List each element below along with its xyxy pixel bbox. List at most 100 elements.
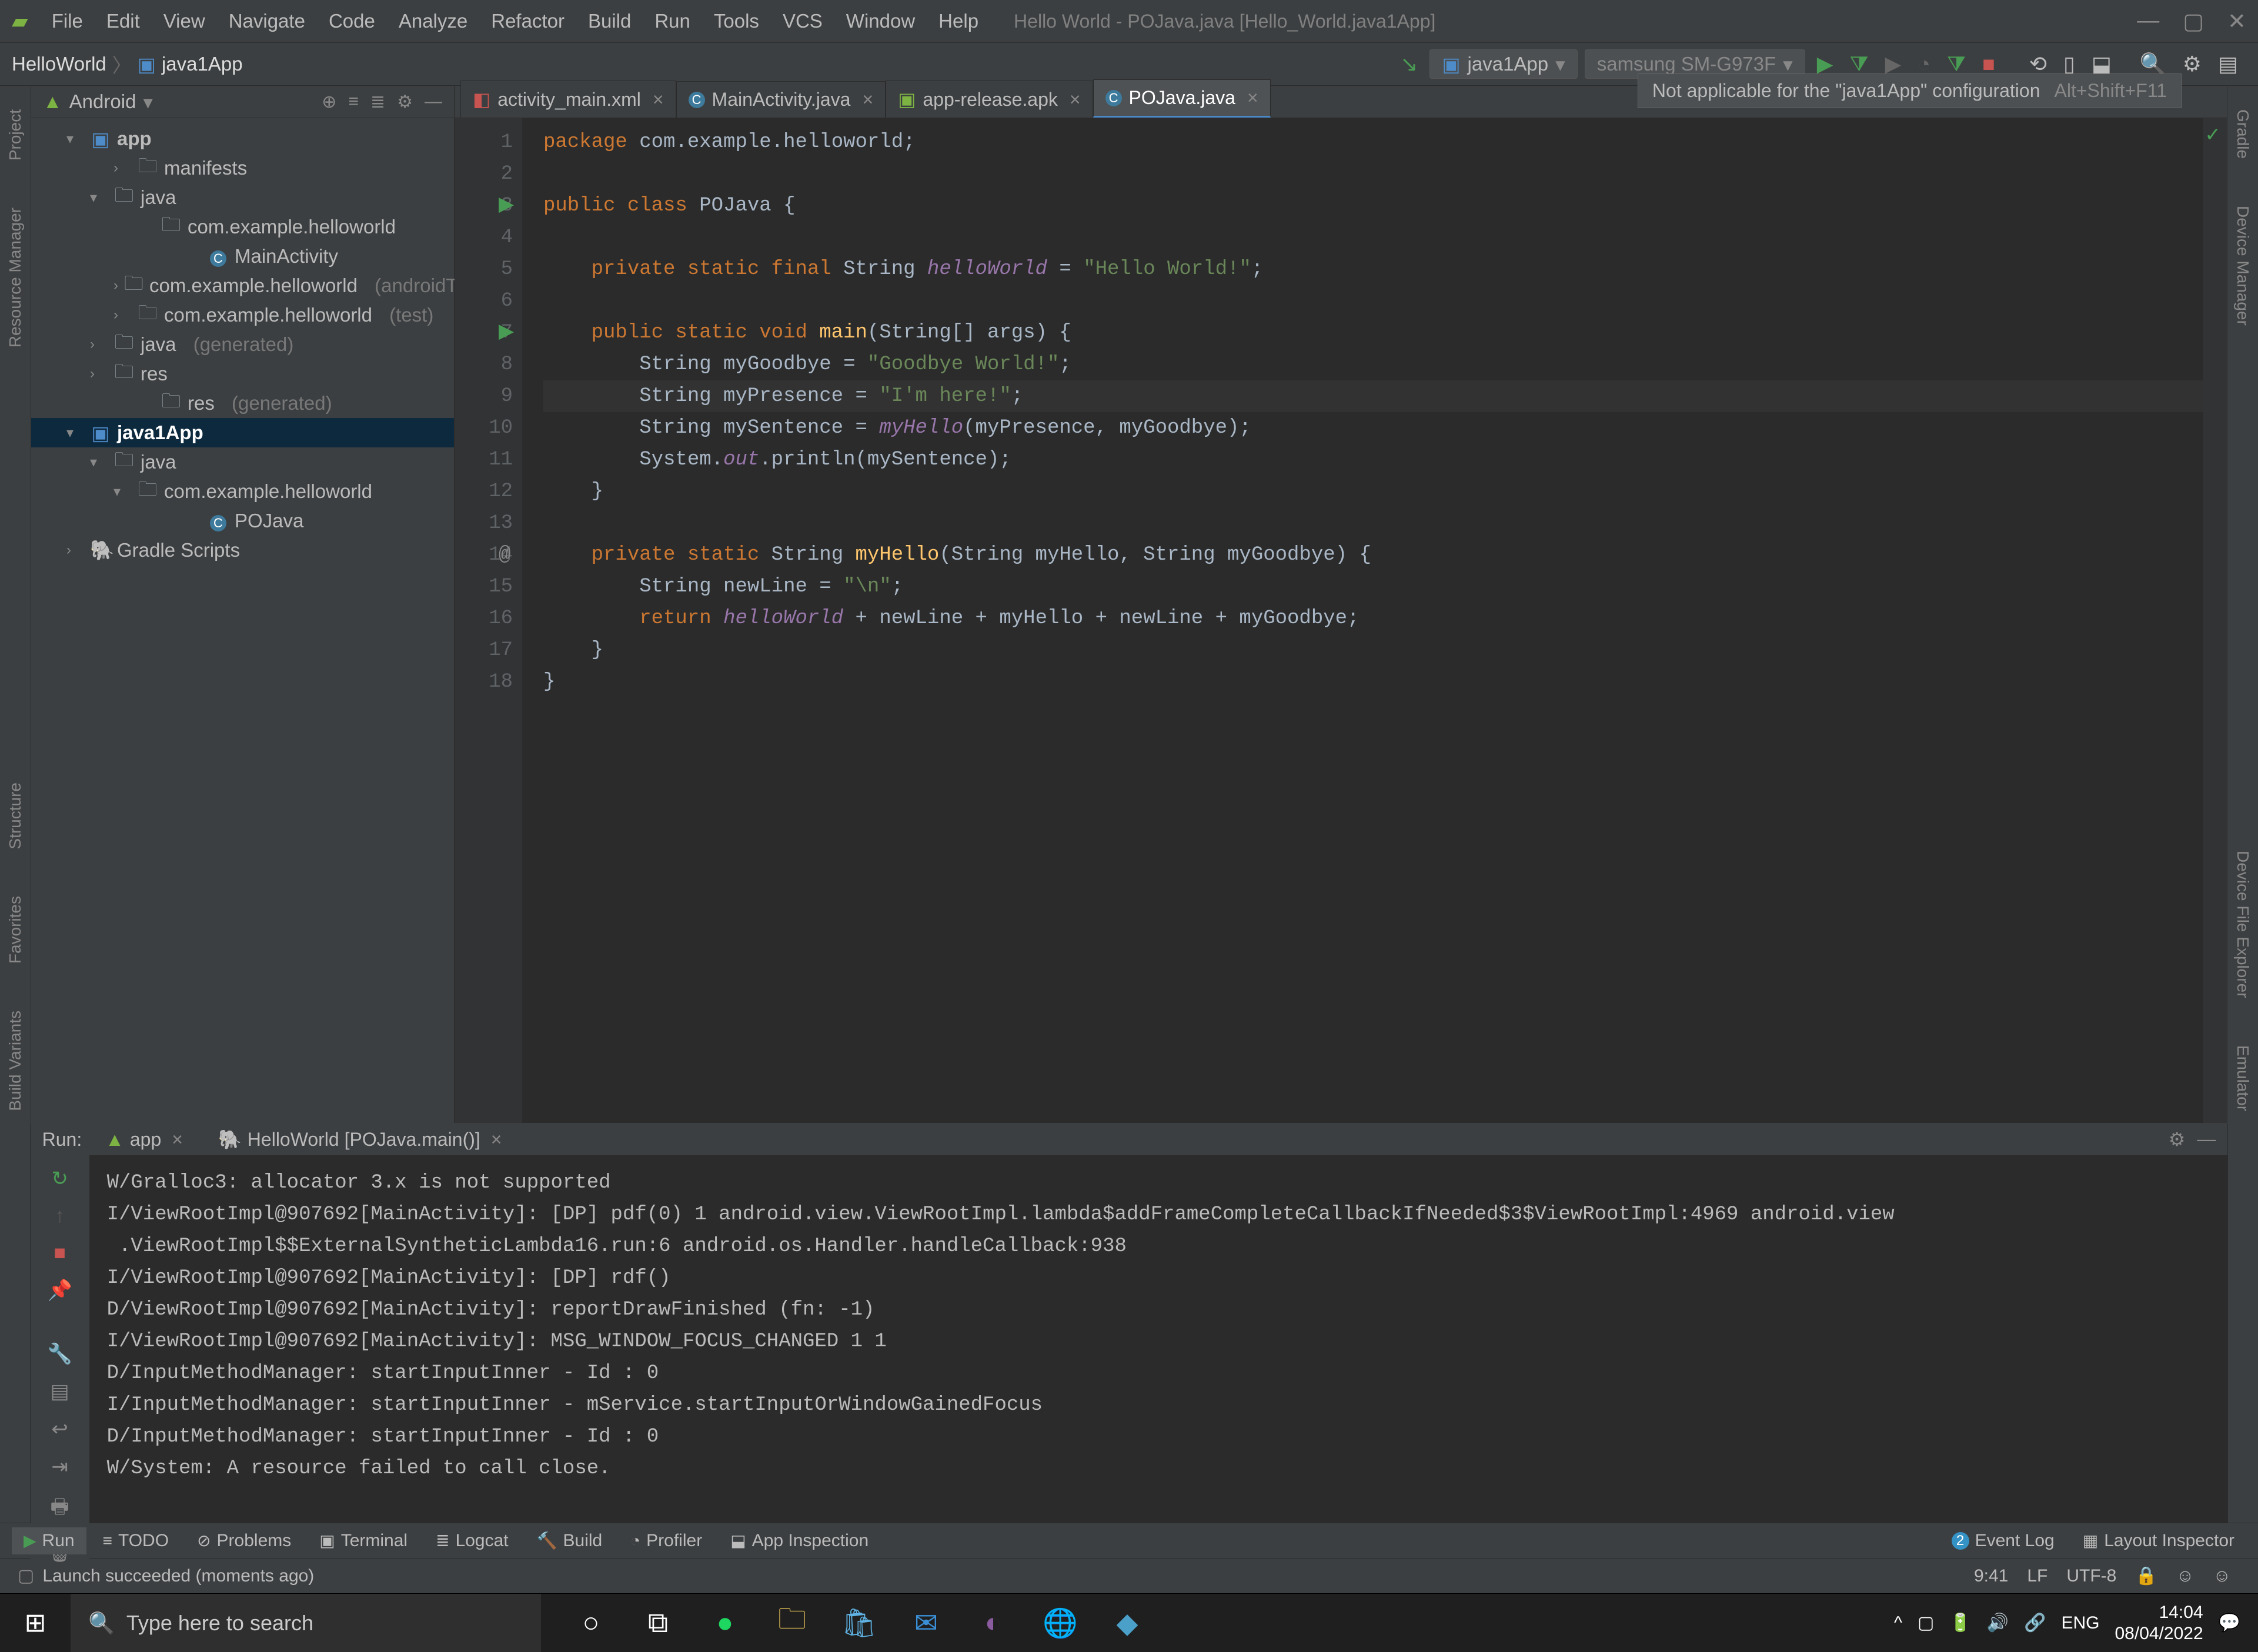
menu-refactor[interactable]: Refactor: [479, 10, 576, 32]
tree-pojava[interactable]: CPOJava: [31, 506, 454, 536]
editor-gutter[interactable]: 12 ▶3 456 ▶7 8910111213 @14 15161718: [455, 118, 522, 1123]
windows-start-button[interactable]: ⊞: [0, 1594, 71, 1652]
stop-icon[interactable]: ■: [54, 1242, 66, 1265]
tree-pkg2[interactable]: ›🗀com.example.helloworld (androidTest): [31, 271, 454, 300]
soft-wrap-icon[interactable]: ↩: [51, 1417, 68, 1441]
tray-rect-icon[interactable]: ▢: [1918, 1613, 1934, 1633]
tray-chevron-icon[interactable]: ^: [1894, 1613, 1902, 1633]
avd-manager-icon[interactable]: ▯: [2055, 52, 2083, 76]
editor-minimap[interactable]: ✓: [2203, 118, 2227, 1123]
breadcrumb[interactable]: HelloWorld 〉 ▣ java1App: [12, 50, 243, 78]
notifications-icon[interactable]: 💬: [2219, 1613, 2240, 1633]
readonly-icon[interactable]: 🔒: [2126, 1566, 2166, 1586]
account-icon[interactable]: ▤: [2210, 52, 2246, 76]
close-icon[interactable]: ×: [1070, 89, 1081, 111]
tree-pkg3[interactable]: ›🗀com.example.helloworld (test): [31, 300, 454, 330]
clock[interactable]: 14:04 08/04/2022: [2115, 1602, 2203, 1644]
maximize-icon[interactable]: ▢: [2183, 8, 2204, 35]
tab-mainactivity[interactable]: C MainActivity.java ×: [676, 81, 886, 118]
run-output[interactable]: W/Gralloc3: allocator 3.x is not support…: [89, 1155, 2228, 1564]
tree-mainactivity[interactable]: CMainActivity: [31, 242, 454, 271]
tree-java[interactable]: ▾🗀java: [31, 183, 454, 212]
menu-help[interactable]: Help: [927, 10, 990, 32]
run-config-dropdown[interactable]: ▣ java1App ▾: [1429, 49, 1577, 79]
tree-gradle[interactable]: ›🐘Gradle Scripts: [31, 536, 454, 565]
menu-navigate[interactable]: Navigate: [217, 10, 317, 32]
menu-file[interactable]: File: [40, 10, 95, 32]
bottom-tab-app-inspection[interactable]: ⬓ App Inspection: [719, 1527, 880, 1554]
project-view-label[interactable]: Android: [69, 91, 136, 113]
task-view-icon[interactable]: ⧉: [632, 1597, 684, 1650]
tool-device-file-explorer[interactable]: Device File Explorer: [2233, 839, 2252, 1010]
tree-pkg4[interactable]: ▾🗀com.example.helloworld: [31, 477, 454, 506]
pin-icon[interactable]: 📌: [47, 1279, 72, 1302]
tree-manifests[interactable]: ›🗀manifests: [31, 153, 454, 183]
tree-pkg1[interactable]: 🗀com.example.helloworld: [31, 212, 454, 242]
collapse-icon[interactable]: ≣: [370, 92, 385, 112]
menu-code[interactable]: Code: [317, 10, 387, 32]
select-file-icon[interactable]: ⊕: [322, 92, 336, 112]
volume-icon[interactable]: 🔊: [1987, 1613, 2009, 1633]
tab-activity-main[interactable]: ◧ activity_main.xml ×: [460, 81, 676, 118]
inspection-icon[interactable]: ☺: [2167, 1566, 2204, 1586]
tree-app[interactable]: ▾▣app: [31, 124, 454, 153]
tab-pojava[interactable]: C POJava.java ×: [1093, 79, 1271, 118]
wrench-icon[interactable]: 🔧: [47, 1342, 72, 1366]
cursor-position[interactable]: 9:41: [1965, 1566, 2017, 1586]
profile-icon[interactable]: ◔: [1909, 52, 1939, 76]
run-tab-helloworld[interactable]: 🐘 HelloWorld [POJava.main()] ×: [206, 1123, 514, 1155]
file-encoding[interactable]: UTF-8: [2057, 1566, 2126, 1586]
file-explorer-icon[interactable]: 🗀: [766, 1597, 819, 1650]
close-icon[interactable]: ×: [491, 1129, 502, 1151]
tool-resource-manager[interactable]: Resource Manager: [6, 196, 25, 359]
coverage-icon[interactable]: ▶: [1877, 52, 1910, 76]
close-icon[interactable]: ×: [1247, 87, 1258, 109]
chrome-icon[interactable]: 🌐: [1034, 1597, 1087, 1650]
expand-icon[interactable]: ≡: [348, 92, 359, 112]
tree-java1app[interactable]: ▾▣java1App: [31, 418, 454, 447]
tree-java2[interactable]: ▾🗀java: [31, 447, 454, 477]
code-area[interactable]: package com.example.helloworld; public c…: [522, 118, 2203, 1123]
android-studio-icon[interactable]: ◆: [1101, 1597, 1154, 1650]
status-icon[interactable]: ▢: [18, 1566, 34, 1586]
menu-view[interactable]: View: [152, 10, 217, 32]
store-icon[interactable]: 🛍: [833, 1597, 886, 1650]
sync-gradle-icon[interactable]: ⟲: [2021, 52, 2055, 76]
eclipse-icon[interactable]: ◐: [967, 1597, 1020, 1650]
tree-res[interactable]: ›🗀res: [31, 359, 454, 389]
bottom-tab-event-log[interactable]: 2 Event Log: [1940, 1527, 2066, 1554]
settings-icon[interactable]: ⚙: [2175, 52, 2210, 76]
tool-device-manager[interactable]: Device Manager: [2233, 194, 2252, 337]
close-icon[interactable]: ×: [862, 89, 873, 111]
hide-panel-icon[interactable]: —: [2197, 1128, 2216, 1151]
line-separator[interactable]: LF: [2017, 1566, 2057, 1586]
bottom-tab-profiler[interactable]: ◔ Profiler: [619, 1527, 714, 1554]
menu-window[interactable]: Window: [834, 10, 927, 32]
run-gutter-icon[interactable]: ▶: [499, 190, 514, 222]
gear-icon[interactable]: ⚙: [2169, 1128, 2186, 1151]
menu-edit[interactable]: Edit: [95, 10, 152, 32]
tool-favorites[interactable]: Favorites: [6, 884, 25, 975]
tool-build-variants[interactable]: Build Variants: [6, 999, 25, 1123]
print-icon[interactable]: 🖶: [51, 1493, 69, 1526]
menu-vcs[interactable]: VCS: [771, 10, 834, 32]
tree-resgen[interactable]: 🗀res (generated): [31, 389, 454, 418]
bottom-tab-run[interactable]: ▶ Run: [12, 1527, 86, 1554]
tab-apk[interactable]: ▣ app-release.apk ×: [886, 81, 1093, 118]
menu-build[interactable]: Build: [576, 10, 643, 32]
tool-gradle[interactable]: Gradle: [2233, 98, 2252, 170]
bottom-tab-problems[interactable]: ⊘ Problems: [185, 1527, 303, 1554]
run-gutter-icon[interactable]: ▶: [499, 317, 514, 349]
spotify-icon[interactable]: ●: [699, 1597, 751, 1650]
close-window-icon[interactable]: ✕: [2227, 8, 2246, 35]
bottom-tab-logcat[interactable]: ≣ Logcat: [424, 1527, 520, 1554]
bottom-tab-terminal[interactable]: ▣ Terminal: [308, 1527, 419, 1554]
cortana-icon[interactable]: ○: [564, 1597, 617, 1650]
menu-run[interactable]: Run: [643, 10, 702, 32]
search-everywhere-icon[interactable]: 🔍: [2132, 52, 2175, 76]
bottom-tab-todo[interactable]: ≡ TODO: [91, 1527, 181, 1554]
bottom-tab-layout-inspector[interactable]: ▦ Layout Inspector: [2071, 1527, 2246, 1554]
rerun-icon[interactable]: ↻: [51, 1167, 68, 1190]
tool-structure[interactable]: Structure: [6, 771, 25, 861]
language-indicator[interactable]: ENG: [2061, 1613, 2099, 1633]
